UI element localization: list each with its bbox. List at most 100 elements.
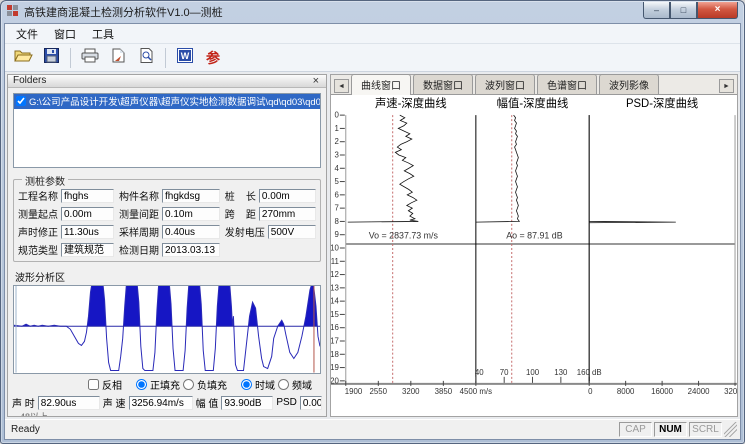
sound-speed-label: 声 速 [103, 395, 126, 410]
svg-text:8: 8 [334, 217, 339, 226]
psd-value[interactable]: 0.00us^2/m [300, 396, 322, 410]
svg-text:9: 9 [334, 230, 339, 239]
spec-type-value[interactable]: 建筑规范 [61, 243, 114, 257]
component-name-value[interactable]: fhgkdsg [162, 189, 220, 203]
tab-curve-window[interactable]: 曲线窗口 [351, 74, 411, 95]
open-file-button[interactable] [10, 46, 36, 70]
sound-speed-value[interactable]: 3256.94m/s [129, 396, 193, 410]
sampling-period-value[interactable]: 0.40us [162, 225, 220, 239]
svg-text:PSD-深度曲线: PSD-深度曲线 [626, 96, 699, 110]
save-button[interactable] [38, 46, 64, 70]
sound-time-correction-label: 声时修正 [18, 224, 58, 239]
span-distance-label: 跨 距 [225, 206, 256, 221]
svg-text:2550: 2550 [370, 387, 388, 396]
svg-text:15: 15 [331, 310, 339, 319]
tab-data-window[interactable]: 数据窗口 [413, 74, 473, 94]
open-folder-icon [14, 48, 33, 68]
svg-text:7: 7 [334, 204, 339, 213]
page-export-icon [111, 48, 126, 68]
tab-scroll-right-icon[interactable]: ► [719, 79, 734, 93]
svg-text:3200: 3200 [402, 387, 420, 396]
toolbar: W 参 [5, 44, 740, 72]
fill-positive-label: 正填充 [150, 377, 180, 392]
menu-tools[interactable]: 工具 [85, 24, 121, 44]
close-button[interactable]: × [697, 2, 738, 19]
menu-file[interactable]: 文件 [9, 24, 45, 44]
invert-checkbox[interactable] [88, 379, 99, 390]
file-list[interactable]: G:\公司产品设计开发\超声仪器\超声仪实地检测数据调试\qd\qd03\qd0… [13, 93, 321, 168]
time-domain-radio[interactable] [241, 379, 252, 390]
pile-parameters-group: 测桩参数 工程名称fhghs 构件名称fhgkdsg 桩 长0.00m 测量起点… [13, 179, 321, 262]
caps-lock-indicator: CAP [619, 422, 652, 437]
file-list-item[interactable]: G:\公司产品设计开发\超声仪器\超声仪实地检测数据调试\qd\qd03\qd0… [14, 94, 320, 109]
pile-length-value[interactable]: 0.00m [259, 189, 316, 203]
measure-interval-value[interactable]: 0.10m [162, 207, 220, 221]
freq-domain-label: 频域 [292, 377, 312, 392]
depth-charts[interactable]: 01234567891011121314151617181920声速-深度曲线1… [331, 95, 737, 416]
fill-negative-label: 负填充 [197, 377, 227, 392]
svg-text:20: 20 [331, 376, 339, 385]
svg-text:19: 19 [331, 363, 339, 372]
spec-type-label: 规范类型 [18, 242, 58, 257]
freq-domain-radio[interactable] [278, 379, 289, 390]
sound-time-value[interactable]: 82.90us [38, 396, 100, 410]
fill-positive-radio[interactable] [136, 379, 147, 390]
folders-panel: Folders × G:\公司产品设计开发\超声仪器\超声仪实地检测数据调试\q… [7, 74, 327, 417]
svg-text:4: 4 [334, 164, 339, 173]
test-date-value[interactable]: 2013.03.13 [162, 243, 220, 257]
fill-negative-radio[interactable] [183, 379, 194, 390]
folders-panel-title: Folders [13, 75, 46, 86]
file-checkbox[interactable] [16, 96, 26, 106]
svg-text:40: 40 [475, 368, 484, 377]
status-bar: Ready CAP NUM SCRL [5, 419, 740, 439]
svg-text:4500 m/s: 4500 m/s [460, 387, 492, 396]
transmit-voltage-value[interactable]: 500V [268, 225, 316, 239]
window-title: 高铁建商混凝土检测分析软件V1.0—测桩 [24, 4, 223, 20]
tab-scroll-left-icon[interactable]: ◄ [334, 79, 349, 93]
clipped-status-text: 48以上 [20, 410, 322, 416]
measure-start-value[interactable]: 0.00m [61, 207, 114, 221]
app-icon [7, 3, 19, 21]
tab-wavetrain-window[interactable]: 波列窗口 [475, 74, 535, 94]
svg-text:70: 70 [500, 368, 509, 377]
svg-text:130: 130 [554, 368, 568, 377]
parameters-button[interactable]: 参 [200, 46, 226, 70]
svg-text:0: 0 [588, 387, 593, 396]
span-distance-value[interactable]: 270mm [259, 207, 316, 221]
waveform-controls: 反相 正填充 负填充 时域 频域 声 时 82.90us 声 速 3256.94… [8, 374, 326, 416]
svg-text:16: 16 [331, 323, 339, 332]
titlebar: 高铁建商混凝土检测分析软件V1.0—测桩 – □ × [1, 1, 744, 23]
pile-length-label: 桩 长 [225, 188, 256, 203]
svg-text:Vo = 2837.73 m/s: Vo = 2837.73 m/s [369, 231, 439, 241]
invert-label: 反相 [102, 377, 122, 392]
maximize-button[interactable]: □ [670, 2, 697, 19]
menu-bar: 文件 窗口 工具 [5, 24, 740, 44]
print-button[interactable] [77, 46, 103, 70]
project-name-value[interactable]: fhghs [61, 189, 114, 203]
svg-text:100: 100 [526, 368, 540, 377]
svg-text:0: 0 [334, 111, 339, 120]
tab-wavetrain-image[interactable]: 波列影像 [599, 74, 659, 94]
resize-grip[interactable] [724, 422, 737, 437]
svg-text:10: 10 [331, 243, 339, 252]
amplitude-label: 幅 值 [196, 395, 219, 410]
save-icon [44, 48, 59, 68]
minimize-button[interactable]: – [643, 2, 670, 19]
export-button[interactable] [105, 46, 131, 70]
svg-text:18: 18 [331, 350, 339, 359]
word-report-button[interactable]: W [172, 46, 198, 70]
panel-close-icon[interactable]: × [311, 76, 321, 86]
pile-parameters-title: 测桩参数 [22, 173, 68, 188]
svg-text:W: W [181, 51, 190, 61]
psd-label: PSD [276, 397, 297, 408]
tab-spectrum-window[interactable]: 色谱窗口 [537, 74, 597, 94]
menu-window[interactable]: 窗口 [47, 24, 83, 44]
sound-time-correction-value[interactable]: 11.30us [61, 225, 114, 239]
file-path: G:\公司产品设计开发\超声仪器\超声仪实地检测数据调试\qd\qd03\qd0… [29, 94, 320, 108]
svg-text:11: 11 [331, 257, 339, 266]
print-preview-button[interactable] [133, 46, 159, 70]
amplitude-value[interactable]: 93.90dB [221, 396, 273, 410]
printer-icon [81, 48, 100, 68]
toolbar-separator [70, 48, 71, 68]
waveform-plot[interactable] [13, 285, 321, 374]
